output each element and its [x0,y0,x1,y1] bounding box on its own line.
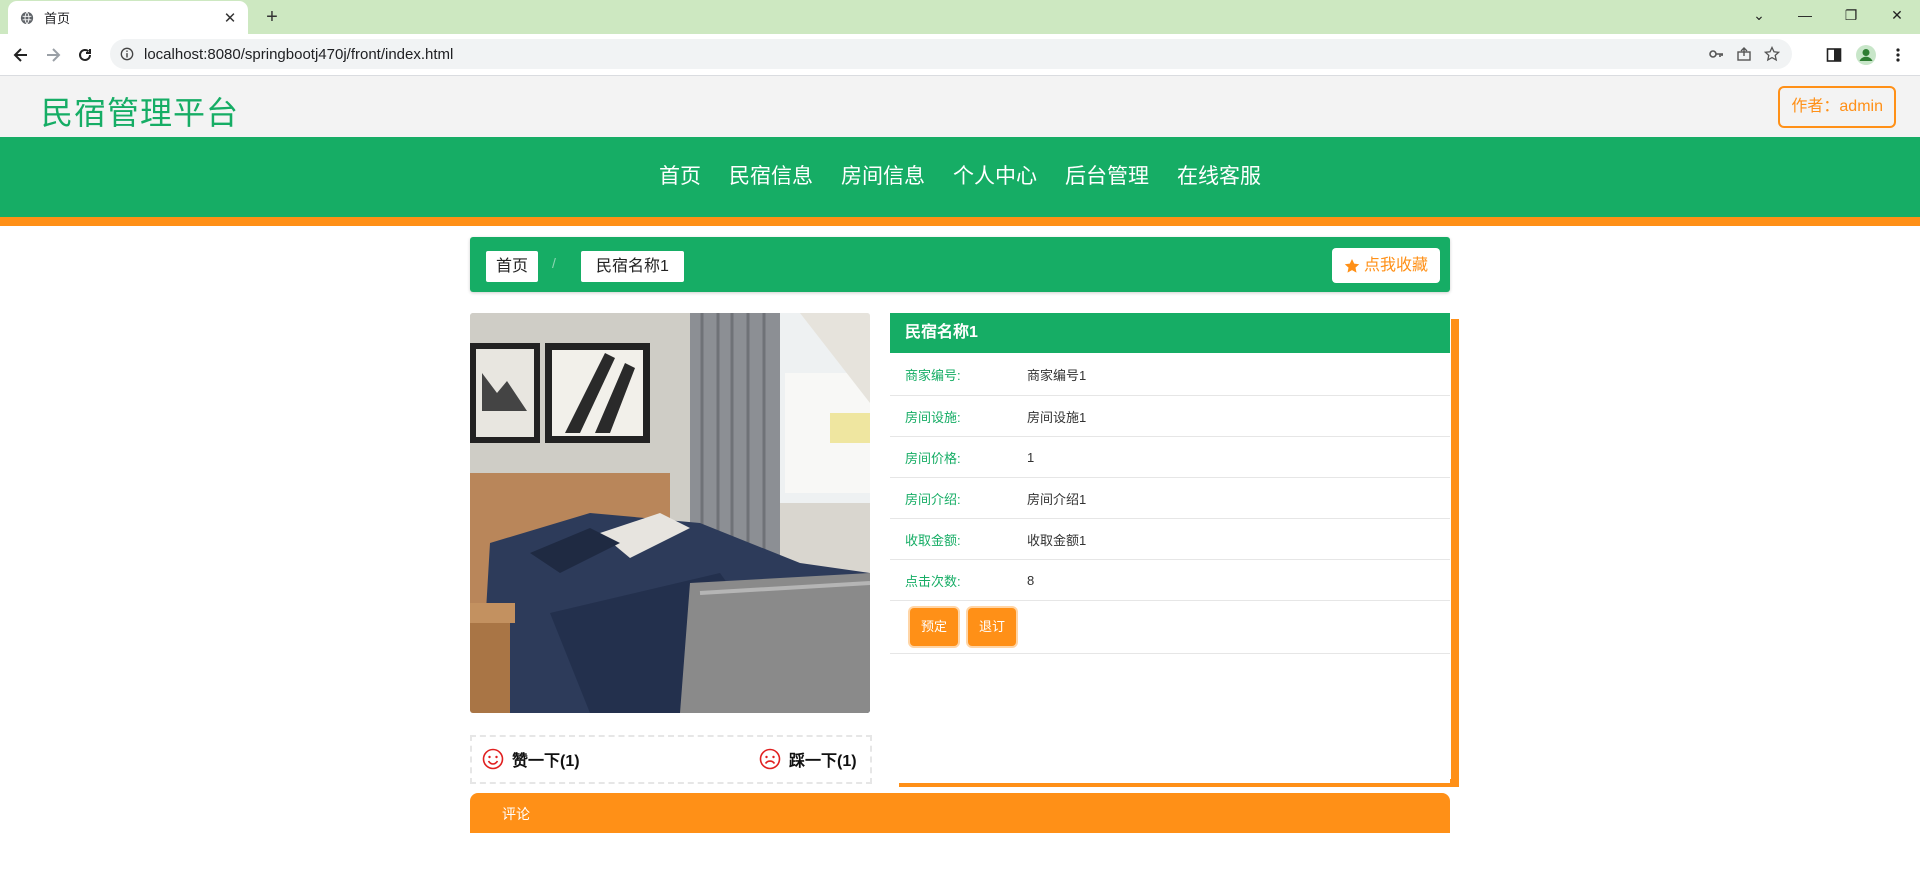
nav-personal-center[interactable]: 个人中心 [953,137,1037,217]
minimize-button[interactable]: — [1782,0,1828,30]
breadcrumb-home[interactable]: 首页 [486,251,539,282]
dislike-label: 踩一下(1) [789,753,857,770]
detail-row: 收取金额: 收取金额1 [890,519,1450,560]
like-label: 赞一下(1) [512,753,580,770]
reload-icon [79,48,91,61]
arrow-left-icon [13,48,27,62]
favorite-button[interactable]: 点我收藏 [1331,248,1440,283]
detail-value: 房间介绍1 [1027,491,1087,507]
nav-homestay-info[interactable]: 民宿信息 [729,137,813,217]
author-badge[interactable]: 作者：admin [1778,86,1896,128]
detail-label: 点击次数: [905,573,961,589]
address-bar[interactable]: localhost:8080/springbootj470j/front/ind… [110,39,1792,69]
nav-online-service[interactable]: 在线客服 [1177,137,1261,217]
close-tab-icon[interactable]: ✕ [220,8,240,28]
like-button[interactable]: 赞一下(1) [482,747,580,771]
breadcrumb: 首页 / 民宿名称1 点我收藏 [470,237,1450,292]
detail-value: 商家编号1 [1027,367,1087,383]
dislike-button[interactable]: 踩一下(1) [759,747,857,771]
arrow-right-icon [47,48,61,62]
detail-row: 商家编号: 商家编号1 [890,353,1450,396]
detail-title: 民宿名称1 [890,313,1450,353]
detail-row: 点击次数: 8 [890,560,1450,601]
browser-tabstrip: 首页 ✕ + ⌄ — ❐ ✕ [0,0,1920,34]
browser-tab[interactable]: 首页 ✕ [8,1,248,34]
cancel-booking-button[interactable]: 退订 [968,608,1016,646]
main-nav: 首页 民宿信息 房间信息 个人中心 后台管理 在线客服 [0,137,1920,217]
star-icon [1344,258,1360,273]
comment-label: 评论 [502,806,530,822]
new-tab-button[interactable]: + [260,6,284,30]
forward-button[interactable] [40,42,66,68]
breadcrumb-separator: / [552,255,556,271]
tab-title: 首页 [44,11,71,26]
key-icon[interactable] [1702,40,1730,68]
detail-value: 8 [1027,572,1035,588]
site-header: 民宿管理平台 作者：admin [0,76,1920,137]
bookmark-star-icon[interactable] [1758,40,1786,68]
info-icon[interactable] [120,47,134,61]
homestay-photo [470,313,870,713]
site-logo[interactable]: 民宿管理平台 [41,88,239,134]
smile-icon [482,748,504,770]
close-window-button[interactable]: ✕ [1874,0,1920,30]
menu-kebab-icon[interactable] [1884,42,1912,68]
detail-value: 收取金额1 [1027,532,1087,548]
nav-admin[interactable]: 后台管理 [1065,137,1149,217]
browser-toolbar: localhost:8080/springbootj470j/front/ind… [0,34,1920,76]
url-text: localhost:8080/springbootj470j/front/ind… [144,45,454,63]
side-panel-icon[interactable] [1820,42,1848,68]
frown-icon [759,748,781,770]
detail-label: 收取金额: [905,532,961,548]
detail-value: 房间设施1 [1027,409,1087,425]
breadcrumb-current[interactable]: 民宿名称1 [581,251,684,282]
detail-value: 1 [1027,449,1035,465]
restore-button[interactable]: ❐ [1828,0,1874,30]
favorite-label: 点我收藏 [1363,257,1428,274]
nav-accent-bar [0,217,1920,226]
detail-row: 房间介绍: 房间介绍1 [890,478,1450,519]
back-button[interactable] [8,42,34,68]
share-icon[interactable] [1730,40,1758,68]
tab-search-icon[interactable]: ⌄ [1736,0,1782,30]
detail-label: 房间价格: [905,450,961,466]
detail-label: 房间设施: [905,409,961,425]
globe-icon [20,11,34,24]
detail-actions: 预定 退订 [890,601,1450,654]
detail-panel: 民宿名称1 商家编号: 商家编号1 房间设施: 房间设施1 房间价格: 1 房间… [890,313,1450,783]
profile-avatar-icon[interactable] [1852,42,1880,68]
detail-label: 房间介绍: [905,491,961,507]
detail-label: 商家编号: [905,367,961,383]
comment-tab[interactable]: 评论 [470,793,1450,833]
nav-home[interactable]: 首页 [659,137,701,217]
reload-button[interactable] [72,42,98,68]
detail-row: 房间价格: 1 [890,437,1450,478]
vote-panel: 赞一下(1) 踩一下(1) [470,735,872,784]
detail-row: 房间设施: 房间设施1 [890,396,1450,437]
book-button[interactable]: 预定 [910,608,958,646]
nav-room-info[interactable]: 房间信息 [841,137,925,217]
